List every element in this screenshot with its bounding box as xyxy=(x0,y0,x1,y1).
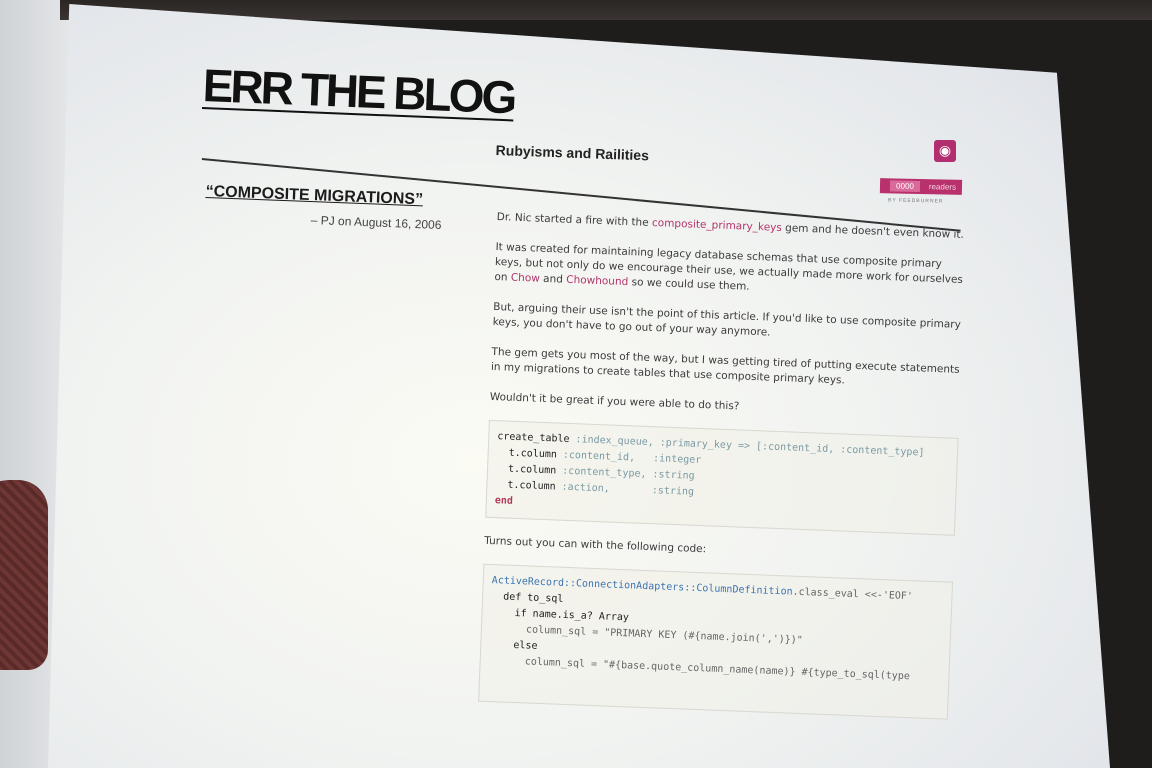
paragraph-6: Turns out you can with the following cod… xyxy=(484,534,707,556)
blog-page: ERR THE BLOG Rubyisms and Railities ◉ 00… xyxy=(0,0,1152,768)
code-block-column-definition: ActiveRecord::ConnectionAdapters::Column… xyxy=(478,563,954,720)
feed-label: readers xyxy=(928,182,957,192)
code-token: else xyxy=(489,639,538,652)
code-token: :content_type, :string xyxy=(562,465,695,482)
paragraph-3: But, arguing their use isn't the point o… xyxy=(492,300,962,339)
paragraph-text: Dr. Nic started a fire with the xyxy=(496,210,653,229)
code-token: t.column xyxy=(495,463,563,477)
code-token: end xyxy=(494,495,514,507)
paragraph-4: The gem gets you most of the way, but I … xyxy=(490,345,960,387)
rss-icon[interactable]: ◉ xyxy=(934,140,956,162)
chow-link[interactable]: Chow xyxy=(511,272,540,285)
code-block-create-table: create_table :index_queue, :primary_key … xyxy=(485,419,959,536)
code-token: :content_id, :integer xyxy=(562,449,702,467)
code-token: def to_sql xyxy=(490,591,564,605)
feedburner-badge[interactable]: 0000 readers xyxy=(879,178,963,195)
paragraph-text: so we could use them. xyxy=(628,276,750,293)
composite-primary-keys-link[interactable]: composite_primary_keys xyxy=(652,217,782,234)
paragraph-1: Dr. Nic started a fire with the composit… xyxy=(496,210,966,243)
paragraph-5: Wouldn't it be great if you were able to… xyxy=(489,390,740,413)
code-token: column_sql = "#{base.quote_column_name(n… xyxy=(488,655,911,683)
chowhound-link[interactable]: Chowhound xyxy=(566,274,628,288)
post-title[interactable]: “COMPOSITE MIGRATIONS” xyxy=(205,183,423,209)
paragraph-text: and xyxy=(539,272,567,286)
feedburner-credit: BY FEEDBURNER xyxy=(887,197,944,205)
code-token: :action, :string xyxy=(561,481,695,498)
code-token: create_table xyxy=(497,431,576,446)
post-body: Dr. Nic started a fire with the composit… xyxy=(477,210,966,736)
code-token: t.column xyxy=(496,447,564,461)
code-token: .class_eval <<-'EOF' xyxy=(792,586,914,603)
code-token: if name.is_a? Array xyxy=(490,607,630,624)
blog-title[interactable]: ERR THE BLOG xyxy=(202,58,515,124)
feed-count: 0000 xyxy=(889,180,921,192)
paragraph-text: gem and he doesn't even know it. xyxy=(781,221,965,241)
post-meta: – PJ on August 16, 2006 xyxy=(310,213,442,233)
blog-tagline: Rubyisms and Railities xyxy=(495,142,650,164)
paragraph-2: It was created for maintaining legacy da… xyxy=(494,240,965,303)
code-token: t.column xyxy=(495,479,562,493)
